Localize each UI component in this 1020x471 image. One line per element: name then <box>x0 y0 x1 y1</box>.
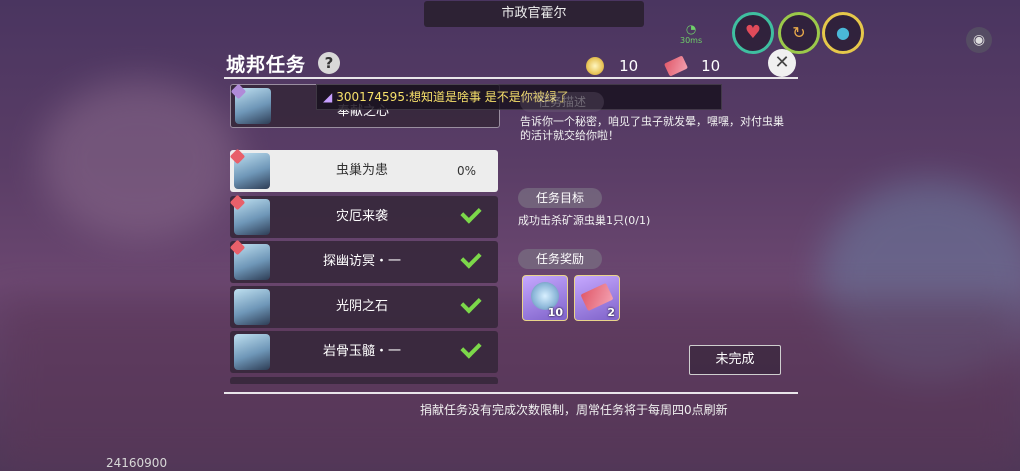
checkmark-icon <box>460 247 482 269</box>
objective-header: 任务目标 <box>518 188 603 208</box>
reward-item[interactable]: 2 <box>574 275 620 321</box>
checkmark-icon <box>460 337 482 359</box>
task-item[interactable]: 灾厄来袭 <box>230 194 498 238</box>
reward-count: 10 <box>547 306 563 319</box>
refresh-notice: 捐献任务没有完成次数限制，周常任务将于每周四0点刷新 <box>420 403 728 417</box>
eye-icon: ◉ <box>972 32 986 48</box>
help-button[interactable]: ? <box>318 52 340 74</box>
task-description: 告诉你一个秘密，咱见了虫子就发晕，嘿嘿，对付虫巢的活计就交给你啦！ <box>520 115 784 142</box>
arrow-icon: ↻ <box>792 23 806 42</box>
task-avatar <box>234 334 270 370</box>
incomplete-button[interactable]: 未完成 <box>689 345 781 375</box>
task-name: 虫巢为患 <box>335 163 388 178</box>
task-list[interactable]: 奉献之心 虫巢为患 0% 灾厄来袭 探幽访冥・一 光阴之石 岩骨玉髓・一 <box>230 84 500 384</box>
task-name: 岩骨玉髓・一 <box>322 344 401 359</box>
close-button[interactable]: ✕ <box>768 49 796 77</box>
footer-divider <box>224 392 798 394</box>
task-name: 探幽访冥・一 <box>322 254 401 269</box>
user-id: 24160900 <box>106 456 168 470</box>
task-item[interactable]: 探幽访冥・一 <box>230 239 498 283</box>
background-floor <box>0 300 1020 471</box>
header-divider <box>224 77 798 79</box>
task-name: 灾厄来袭 <box>335 209 388 224</box>
health-indicator[interactable]: ♥ <box>732 12 774 54</box>
task-item-selected[interactable]: 虫巢为患 0% <box>230 148 498 192</box>
checkmark-icon <box>460 292 482 314</box>
reward-item[interactable]: 10 <box>522 275 568 321</box>
eye-toggle-button[interactable]: ◉ <box>966 27 992 53</box>
reward-count: 2 <box>607 306 615 319</box>
checkmark-icon <box>460 202 482 224</box>
coin-icon <box>586 56 604 75</box>
npc-name-bar: 市政官霍尔 <box>424 1 644 27</box>
task-item-partial <box>230 377 498 384</box>
wifi-icon: ◔ <box>685 22 697 36</box>
water-indicator[interactable]: ● <box>822 12 864 54</box>
coin-amount: 10 <box>619 56 639 75</box>
task-item[interactable]: 光阴之石 <box>230 286 498 328</box>
ticket-currency: 10 <box>663 54 721 77</box>
task-avatar <box>234 289 270 325</box>
reward-header: 任务奖励 <box>518 249 603 269</box>
background-blur <box>40 80 240 240</box>
droplet-icon: ● <box>836 23 850 42</box>
megaphone-icon: ◢ <box>323 90 333 104</box>
ticket-icon <box>663 54 689 77</box>
panel-title: 城邦任务 <box>226 54 307 76</box>
signal-indicator: ◔ 30ms <box>680 22 702 45</box>
heart-icon: ♥ <box>744 22 762 43</box>
ping-label: 30ms <box>680 36 703 45</box>
coin-currency: 10 <box>586 55 638 75</box>
stamina-indicator[interactable]: ↻ <box>778 12 820 54</box>
task-item[interactable]: 岩骨玉髓・一 <box>230 331 498 373</box>
task-objective: 成功击杀矿源虫巢1只(0/1) <box>518 214 651 227</box>
chat-bubble: ◢ 300174595:想知道是啥事 是不是你被绿了 <box>316 84 722 110</box>
task-progress: 0% <box>456 164 476 178</box>
ticket-amount: 10 <box>701 56 721 75</box>
task-name: 光阴之石 <box>335 299 388 314</box>
description-header: 任务描述 <box>520 92 605 112</box>
